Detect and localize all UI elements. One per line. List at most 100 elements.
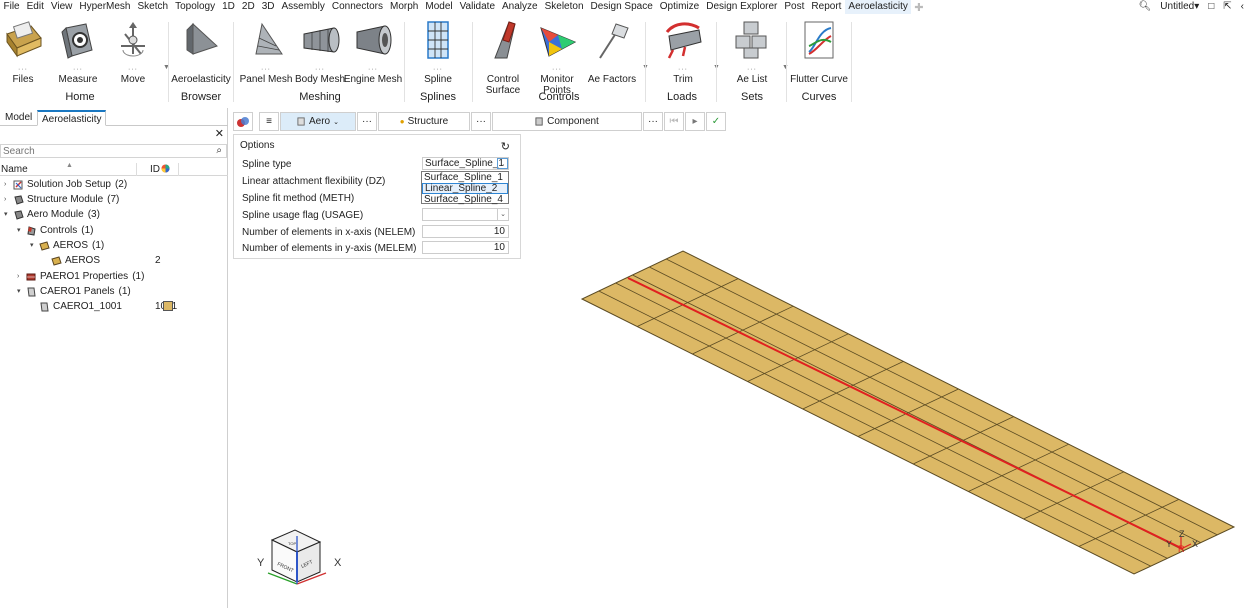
expand-arrow-icon[interactable]: › bbox=[17, 269, 19, 284]
graphics-viewport[interactable]: Z X Y R TOP FRONT LEFT X Y Z bbox=[228, 132, 1250, 608]
column-divider[interactable] bbox=[136, 163, 137, 176]
column-divider[interactable] bbox=[178, 163, 179, 176]
aero-more-button[interactable]: ··· bbox=[357, 112, 377, 131]
menu-optimize[interactable]: Optimize bbox=[656, 0, 702, 14]
search-input[interactable] bbox=[0, 144, 227, 158]
menu-validate[interactable]: Validate bbox=[456, 0, 498, 14]
tool-more-dots[interactable]: ··· bbox=[747, 66, 757, 73]
aero-selector[interactable]: Aero ⌄ bbox=[280, 112, 356, 131]
menu-topology[interactable]: Topology bbox=[172, 0, 219, 14]
play-icon[interactable]: ▸ bbox=[685, 112, 705, 131]
struct-entity-icon bbox=[13, 210, 24, 220]
menu-3d[interactable]: 3D bbox=[258, 0, 278, 14]
tree-row[interactable]: ▾ Controls (1) bbox=[0, 223, 228, 238]
chevron-left-icon[interactable]: ‹ bbox=[1241, 0, 1244, 14]
tab-model[interactable]: Model bbox=[1, 110, 36, 126]
menu-view[interactable]: View bbox=[47, 0, 76, 14]
skip-back-icon[interactable]: ⏮︎ bbox=[664, 112, 684, 131]
tree-row[interactable]: › Structure Module (7) bbox=[0, 192, 228, 207]
tool-label: Engine Mesh bbox=[343, 74, 403, 85]
tree-row[interactable]: › PAERO1 Properties (1) bbox=[0, 269, 228, 284]
menu-hypermesh[interactable]: HyperMesh bbox=[76, 0, 134, 14]
menu-2d[interactable]: 2D bbox=[238, 0, 258, 14]
spline-tool-icon-button[interactable] bbox=[233, 112, 253, 131]
apply-check-icon[interactable]: ✓ bbox=[706, 112, 726, 131]
spline-line[interactable] bbox=[627, 277, 1184, 550]
tab-aeroelasticity[interactable]: Aeroelasticity bbox=[37, 110, 107, 126]
monitor-points-tool[interactable]: ··· Monitor Points bbox=[535, 20, 579, 96]
panel-mesh-tool[interactable]: ··· Panel Mesh bbox=[240, 20, 292, 85]
tree-item-label: AEROS (1) bbox=[53, 238, 104, 253]
tree-row[interactable]: ▾ Aero Module (3) bbox=[0, 207, 228, 222]
spline-tool[interactable]: ··· Spline bbox=[416, 20, 460, 85]
tool-more-dots[interactable]: ··· bbox=[552, 66, 562, 73]
collapse-arrow-icon[interactable]: ▾ bbox=[17, 284, 21, 299]
expand-arrow-icon[interactable]: › bbox=[4, 177, 6, 192]
triad-r-label: R bbox=[1178, 544, 1185, 554]
color-swatch[interactable] bbox=[163, 301, 173, 311]
dropdown-option-surface-spline-1[interactable]: Surface_Spline_1 bbox=[422, 172, 508, 183]
tool-more-dots[interactable]: ··· bbox=[678, 66, 688, 73]
menu-aeroelasticity[interactable]: Aeroelasticity bbox=[844, 0, 912, 14]
ae-factors-tool[interactable]: ▼Ae Factors bbox=[588, 20, 649, 85]
component-selector[interactable]: Component bbox=[492, 112, 642, 131]
menu-design-space[interactable]: Design Space bbox=[587, 0, 656, 14]
menu-edit[interactable]: Edit bbox=[23, 0, 47, 14]
collapse-arrow-icon[interactable]: ▾ bbox=[17, 223, 21, 238]
structure-more-button[interactable]: ··· bbox=[471, 112, 491, 131]
measure-tool[interactable]: ··· Measure bbox=[56, 20, 100, 85]
search-icon[interactable]: 🔍︎ bbox=[1139, 0, 1152, 14]
tree-row[interactable]: ▾ AEROS (1) bbox=[0, 238, 228, 253]
component-more-button[interactable]: ··· bbox=[643, 112, 663, 131]
trim-tool[interactable]: ···▼Trim bbox=[661, 20, 720, 85]
tree-row[interactable]: ▾ CAERO1 Panels (1) bbox=[0, 284, 228, 299]
dropdown-option-surface-spline-4[interactable]: Surface_Spline_4 bbox=[422, 194, 508, 205]
menu-1d[interactable]: 1D bbox=[219, 0, 239, 14]
tool-more-dots[interactable]: ··· bbox=[433, 66, 443, 73]
menu-button[interactable]: ≡ bbox=[259, 112, 279, 131]
tool-more-dots[interactable]: ··· bbox=[73, 66, 83, 73]
menu-skeleton[interactable]: Skeleton bbox=[541, 0, 587, 14]
structure-selector[interactable]: ● Structure bbox=[378, 112, 470, 131]
aeroelasticity-tool[interactable]: Aeroelasticity bbox=[171, 20, 231, 85]
ae-list-tool[interactable]: ···▼Ae List bbox=[730, 20, 789, 85]
collapse-arrow-icon[interactable]: ▾ bbox=[4, 207, 8, 222]
menu-design-explorer[interactable]: Design Explorer bbox=[703, 0, 781, 14]
control-surface-tool[interactable]: Control Surface bbox=[481, 20, 525, 96]
tool-more-dots[interactable]: ··· bbox=[368, 66, 378, 73]
add-ribbon-icon[interactable]: ✚ bbox=[911, 1, 926, 14]
move-tool[interactable]: ··· ▼ Move bbox=[111, 20, 170, 85]
files-tool[interactable]: ··· Files bbox=[1, 20, 45, 85]
menu-sketch[interactable]: Sketch bbox=[134, 0, 172, 14]
body-mesh-tool[interactable]: ··· Body Mesh bbox=[295, 20, 345, 85]
column-id[interactable]: ID bbox=[150, 164, 170, 175]
menu-post[interactable]: Post bbox=[781, 0, 808, 14]
menu-report[interactable]: Report bbox=[808, 0, 845, 14]
tool-more-dots[interactable]: ··· bbox=[315, 66, 325, 73]
menu-morph[interactable]: Morph bbox=[387, 0, 422, 14]
collapse-arrow-icon[interactable]: ▾ bbox=[30, 238, 34, 253]
menu-connectors[interactable]: Connectors bbox=[328, 0, 386, 14]
tree-row[interactable]: AEROS 2 bbox=[0, 253, 228, 268]
menu-model[interactable]: Model bbox=[422, 0, 456, 14]
dropdown-option-linear-spline-2[interactable]: Linear_Spline_2 bbox=[422, 183, 508, 194]
expand-arrow-icon[interactable]: › bbox=[4, 192, 6, 207]
close-icon[interactable]: ✕ bbox=[215, 127, 224, 140]
engine-mesh-tool[interactable]: ··· Engine Mesh bbox=[344, 20, 402, 85]
tree-item-name: Aero Module bbox=[27, 209, 84, 220]
tool-more-dots[interactable]: ··· bbox=[128, 66, 138, 73]
session-name[interactable]: Untitled▾ bbox=[1160, 0, 1199, 14]
menu-analyze[interactable]: Analyze bbox=[499, 0, 542, 14]
window-restore-icon[interactable]: □ bbox=[1208, 0, 1214, 14]
flutter-curve-tool[interactable]: Flutter Curve bbox=[790, 20, 848, 85]
tree-row[interactable]: CAERO1_10011001 bbox=[0, 299, 228, 314]
cube-top-label[interactable]: TOP bbox=[288, 541, 296, 546]
menu-file[interactable]: File bbox=[0, 0, 23, 14]
tool-more-dots[interactable]: ··· bbox=[261, 66, 271, 73]
view-cube[interactable]: TOP FRONT LEFT X Y Z bbox=[257, 529, 342, 585]
menu-assembly[interactable]: Assembly bbox=[278, 0, 328, 14]
tree-row[interactable]: › Solution Job Setup (2) bbox=[0, 177, 228, 192]
column-name[interactable]: Name bbox=[1, 164, 28, 175]
tool-more-dots[interactable]: ··· bbox=[18, 66, 28, 73]
export-icon[interactable]: ⇱ bbox=[1223, 0, 1231, 14]
